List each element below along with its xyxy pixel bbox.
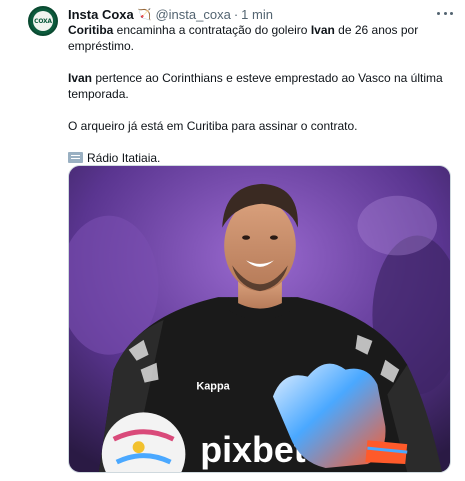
- tweet-text: Coritiba encaminha a contratação do gole…: [68, 22, 448, 166]
- tweet-photo[interactable]: Kappa pixbet: [68, 165, 451, 473]
- mention-player: Ivan: [68, 71, 93, 85]
- author-name[interactable]: Insta Coxa: [68, 7, 134, 22]
- more-dots-icon[interactable]: [435, 6, 455, 20]
- author-handle[interactable]: @insta_coxa: [155, 7, 230, 22]
- bow-and-arrow-icon: 🏹: [137, 8, 152, 21]
- shirt-brand: Kappa: [196, 381, 230, 393]
- goalkeeper-photo: Kappa pixbet: [69, 166, 450, 472]
- mention-club: Coritiba: [68, 23, 114, 37]
- tweet-paragraph-1: Coritiba encaminha a contratação do gole…: [68, 22, 448, 54]
- tweet-paragraph-2: Ivan pertence ao Corinthians e esteve em…: [68, 70, 448, 102]
- text-span: O arqueiro já está em Curitiba para assi…: [68, 119, 358, 133]
- separator-dot: ·: [233, 6, 239, 22]
- mention-player: Ivan: [310, 23, 335, 37]
- source-text: Rádio Itatiaia.: [87, 151, 161, 165]
- newspaper-icon: [68, 152, 83, 163]
- tweet-header: Insta Coxa 🏹 @insta_coxa · 1 min: [68, 6, 273, 22]
- text-span: pertence ao Corinthians e esteve emprest…: [68, 71, 443, 101]
- tweet-paragraph-3: O arqueiro já está em Curitiba para assi…: [68, 118, 448, 134]
- tweet-time[interactable]: 1 min: [241, 7, 273, 22]
- tweet-paragraph-4: Rádio Itatiaia.: [68, 150, 448, 166]
- avatar-logo: COXA: [33, 11, 53, 31]
- avatar[interactable]: COXA: [28, 6, 58, 36]
- text-span: encaminha a contratação do goleiro: [113, 23, 311, 37]
- tweet[interactable]: COXA Insta Coxa 🏹 @insta_coxa · 1 min Co…: [0, 0, 465, 481]
